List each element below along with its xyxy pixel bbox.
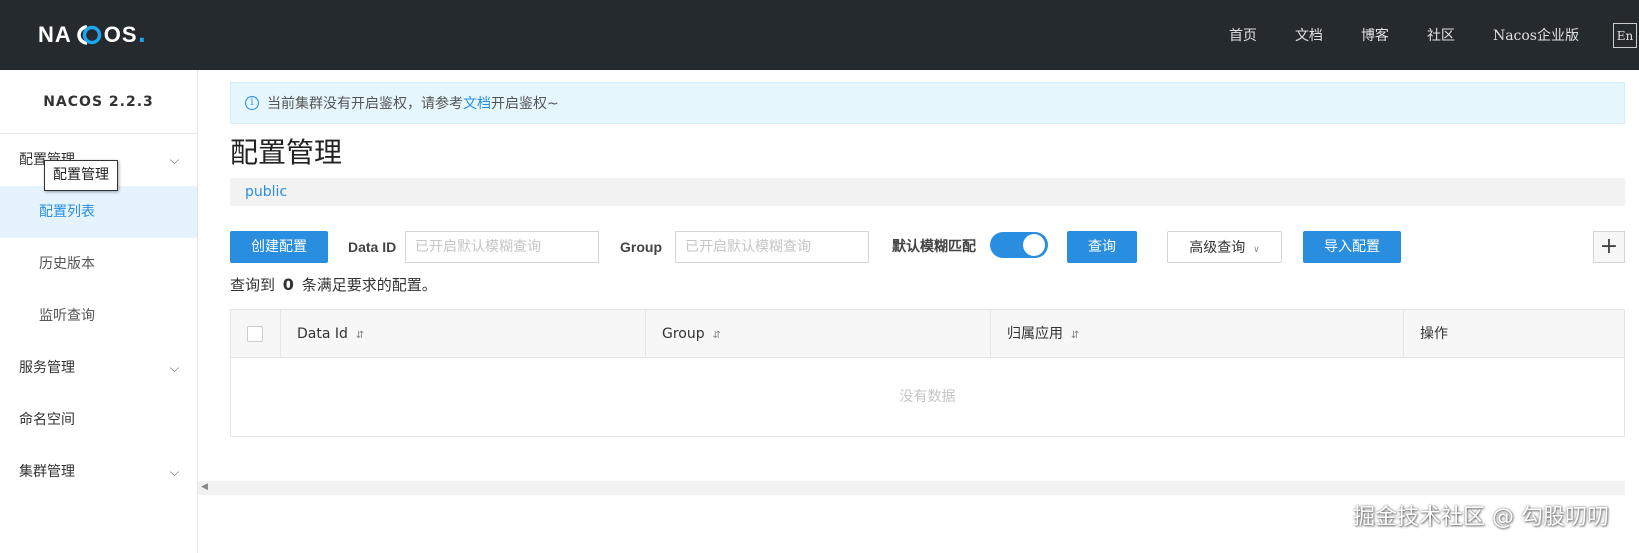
chevron-down-icon: ⌵ — [169, 465, 179, 479]
notice-doc-link[interactable]: 文档 — [463, 93, 491, 113]
group-label: Group — [620, 239, 662, 255]
chevron-down-icon: ∨ — [1253, 244, 1260, 254]
column-actions: 操作 — [1404, 310, 1624, 358]
sidebar-item-config-list[interactable]: 配置列表 — [0, 186, 197, 238]
query-button[interactable]: 查询 — [1067, 231, 1137, 263]
info-icon: i — [245, 96, 259, 110]
column-data-id[interactable]: Data Id ⇵ — [281, 310, 646, 358]
sort-icon[interactable]: ⇵ — [713, 330, 721, 341]
nav-blog[interactable]: 博客 — [1361, 25, 1389, 45]
logo-c-icon — [77, 25, 102, 45]
query-toolbar: 创建配置 Data ID Group 默认模糊匹配 查询 高级查询 ∨ 导入配置… — [230, 231, 1625, 263]
import-config-button[interactable]: 导入配置 — [1303, 231, 1401, 263]
watermark: 掘金技术社区 @ 勾股叨叨 — [1353, 505, 1609, 530]
menu-tooltip: 配置管理 — [44, 160, 118, 191]
sidebar-item-listener[interactable]: 监听查询 — [0, 290, 197, 342]
data-id-label: Data ID — [348, 239, 397, 255]
namespace-public[interactable]: public — [245, 184, 287, 200]
advanced-query-label: 高级查询 — [1189, 239, 1246, 255]
result-suffix: 条满足要求的配置。 — [301, 276, 437, 294]
sidebar-group-cluster[interactable]: 集群管理 ⌵ — [0, 446, 197, 498]
scroll-left-icon[interactable]: ◀ — [201, 482, 208, 492]
logo-dot: . — [137, 22, 146, 48]
nav-docs[interactable]: 文档 — [1295, 25, 1323, 45]
create-config-button[interactable]: 创建配置 — [230, 231, 328, 263]
nav-home[interactable]: 首页 — [1229, 25, 1257, 45]
main-content: i 当前集群没有开启鉴权，请参考 文档 开启鉴权~ 配置管理 public 创建… — [230, 82, 1625, 437]
sidebar-item-history[interactable]: 历史版本 — [0, 238, 197, 290]
group-input[interactable] — [675, 231, 869, 263]
result-count: 0 — [282, 275, 294, 294]
horizontal-scrollbar[interactable]: ◀ — [198, 481, 1625, 495]
sidebar-group-label: 命名空间 — [19, 412, 75, 428]
fuzzy-match-label: 默认模糊匹配 — [892, 239, 976, 255]
plus-icon[interactable]: + — [1593, 231, 1625, 263]
select-all-checkbox[interactable] — [247, 326, 263, 342]
query-result: 查询到 0 条满足要求的配置。 — [230, 273, 1625, 297]
sort-icon[interactable]: ⇵ — [356, 330, 364, 341]
select-all-cell — [231, 310, 281, 358]
fuzzy-match-switch[interactable] — [990, 232, 1048, 258]
notice-prefix: 当前集群没有开启鉴权，请参考 — [267, 96, 463, 112]
column-label: Data Id — [297, 326, 348, 342]
sidebar: NACOS 2.2.3 配置管理 ⌵ 配置列表 历史版本 监听查询 服务管理 ⌵… — [0, 70, 198, 553]
nacos-logo[interactable]: NA OS . — [38, 22, 146, 48]
column-label: Group — [662, 326, 705, 342]
column-app[interactable]: 归属应用 ⇵ — [991, 310, 1404, 358]
column-group[interactable]: Group ⇵ — [646, 310, 991, 358]
advanced-query-button[interactable]: 高级查询 ∨ — [1167, 231, 1282, 263]
sidebar-group-label: 服务管理 — [19, 360, 75, 376]
column-label: 归属应用 — [1007, 326, 1063, 342]
nav-enterprise[interactable]: Nacos企业版 — [1493, 25, 1579, 45]
sort-icon[interactable]: ⇵ — [1071, 330, 1079, 341]
chevron-down-icon: ⌵ — [169, 361, 179, 375]
top-header: NA OS . 首页 文档 博客 社区 Nacos企业版 En — [0, 0, 1639, 70]
language-switch[interactable]: En — [1613, 23, 1637, 48]
result-prefix: 查询到 — [230, 276, 276, 294]
version-label: NACOS 2.2.3 — [0, 70, 197, 134]
sidebar-group-service[interactable]: 服务管理 ⌵ — [0, 342, 197, 394]
notice-suffix: 开启鉴权~ — [491, 96, 559, 112]
chevron-down-icon: ⌵ — [169, 153, 179, 167]
logo-text-b: OS — [103, 22, 138, 47]
table-header: Data Id ⇵ Group ⇵ 归属应用 ⇵ 操作 — [231, 310, 1624, 358]
logo-text-a: NA — [38, 22, 72, 47]
sidebar-group-namespace[interactable]: 命名空间 — [0, 394, 197, 446]
page-title: 配置管理 — [230, 136, 343, 169]
table-empty: 没有数据 — [899, 389, 956, 405]
switch-knob — [1023, 234, 1045, 256]
top-nav: 首页 文档 博客 社区 Nacos企业版 — [1229, 0, 1639, 70]
namespace-bar: public — [230, 178, 1625, 206]
data-id-input[interactable] — [405, 231, 599, 263]
column-label: 操作 — [1420, 326, 1448, 342]
config-table: Data Id ⇵ Group ⇵ 归属应用 ⇵ 操作 没有数据 — [230, 309, 1625, 437]
sidebar-group-label: 集群管理 — [19, 464, 75, 480]
auth-notice: i 当前集群没有开启鉴权，请参考 文档 开启鉴权~ — [230, 82, 1625, 124]
nav-community[interactable]: 社区 — [1427, 25, 1455, 45]
